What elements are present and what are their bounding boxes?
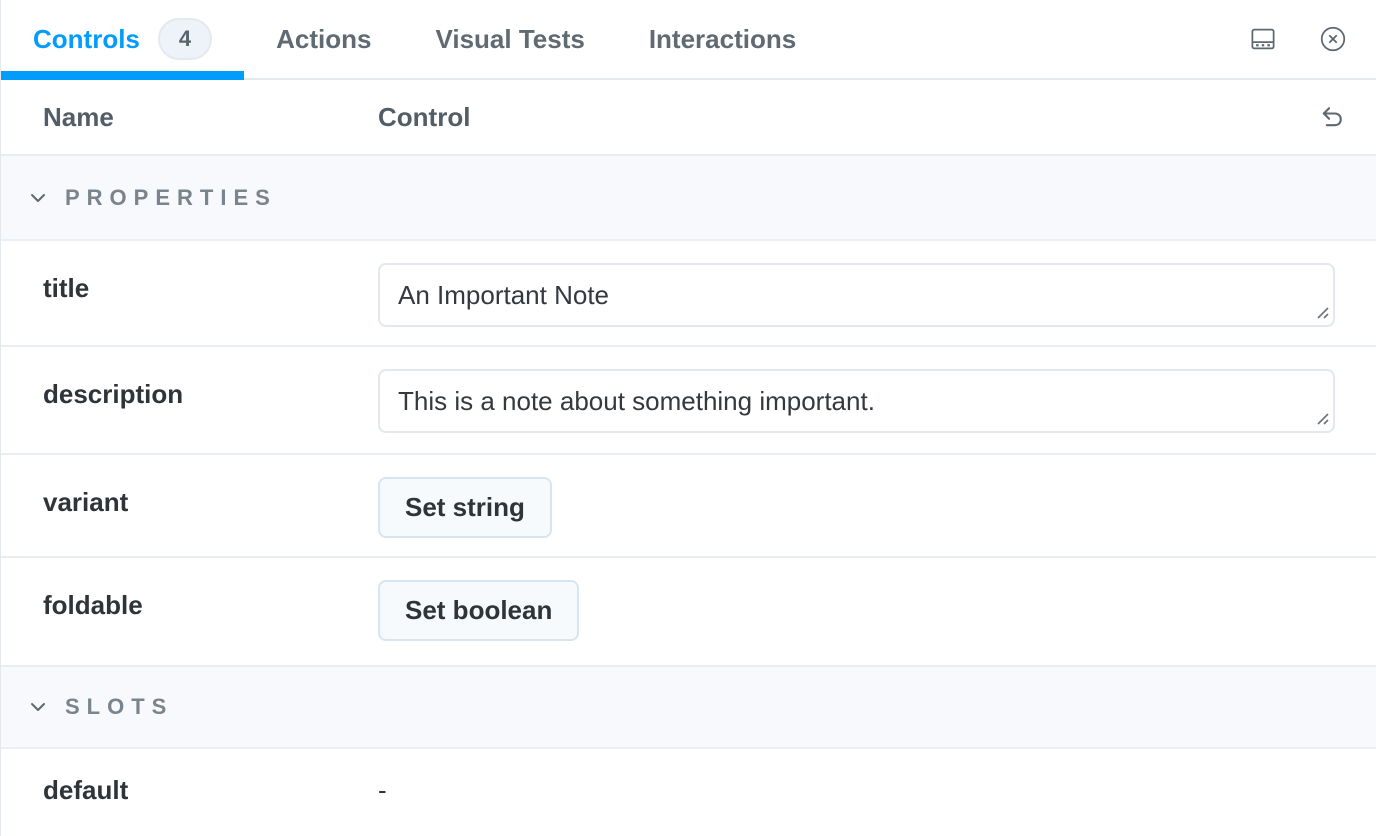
tab-controls-label: Controls: [33, 23, 140, 54]
section-header-properties[interactable]: PROPERTIES: [1, 156, 1376, 241]
tab-visual-tests[interactable]: Visual Tests: [403, 0, 616, 78]
control-name-variant: variant: [43, 487, 129, 517]
control-name-default: default: [43, 775, 129, 805]
controls-table-header: Name Control: [1, 80, 1376, 156]
control-row-foldable: foldable Set boolean: [1, 558, 1376, 667]
controls-count-badge: 4: [157, 18, 213, 60]
tab-visual-tests-label: Visual Tests: [435, 23, 585, 54]
tab-actions[interactable]: Actions: [244, 0, 403, 78]
control-name-description: description: [43, 379, 184, 409]
default-slot-value: -: [378, 775, 387, 805]
bottom-panel-icon: [1251, 28, 1275, 50]
column-header-control: Control: [378, 101, 471, 132]
chevron-down-icon: [31, 193, 45, 202]
control-name-title: title: [43, 273, 90, 303]
control-row-description: description This is a note about somethi…: [1, 347, 1376, 455]
section-header-slots[interactable]: SLOTS: [1, 667, 1376, 749]
tab-actions-label: Actions: [276, 23, 372, 54]
description-input[interactable]: This is a note about something important…: [378, 369, 1335, 433]
tab-controls[interactable]: Controls 4: [1, 0, 245, 80]
control-row-variant: variant Set string: [1, 455, 1376, 558]
panel-orientation-button[interactable]: [1248, 24, 1278, 54]
section-title-properties: PROPERTIES: [65, 184, 277, 210]
undo-icon: [1322, 107, 1342, 127]
set-string-button[interactable]: Set string: [378, 477, 552, 538]
column-header-name: Name: [43, 101, 114, 132]
title-input[interactable]: An Important Note: [378, 263, 1335, 327]
section-title-slots: SLOTS: [65, 694, 174, 719]
control-row-default: default -: [1, 749, 1376, 836]
control-name-foldable: foldable: [43, 590, 143, 620]
tab-interactions-label: Interactions: [648, 23, 797, 54]
tabbar-tools: [1248, 0, 1376, 78]
tab-interactions[interactable]: Interactions: [617, 0, 828, 78]
close-icon: [1320, 26, 1346, 52]
reset-controls-button[interactable]: [1318, 103, 1346, 131]
set-boolean-button[interactable]: Set boolean: [378, 580, 580, 641]
control-row-title: title An Important Note: [1, 241, 1376, 347]
addon-tabbar: Controls 4 Actions Visual Tests Interact…: [1, 0, 1376, 80]
chevron-down-icon: [31, 703, 45, 711]
close-panel-button[interactable]: [1318, 24, 1348, 54]
